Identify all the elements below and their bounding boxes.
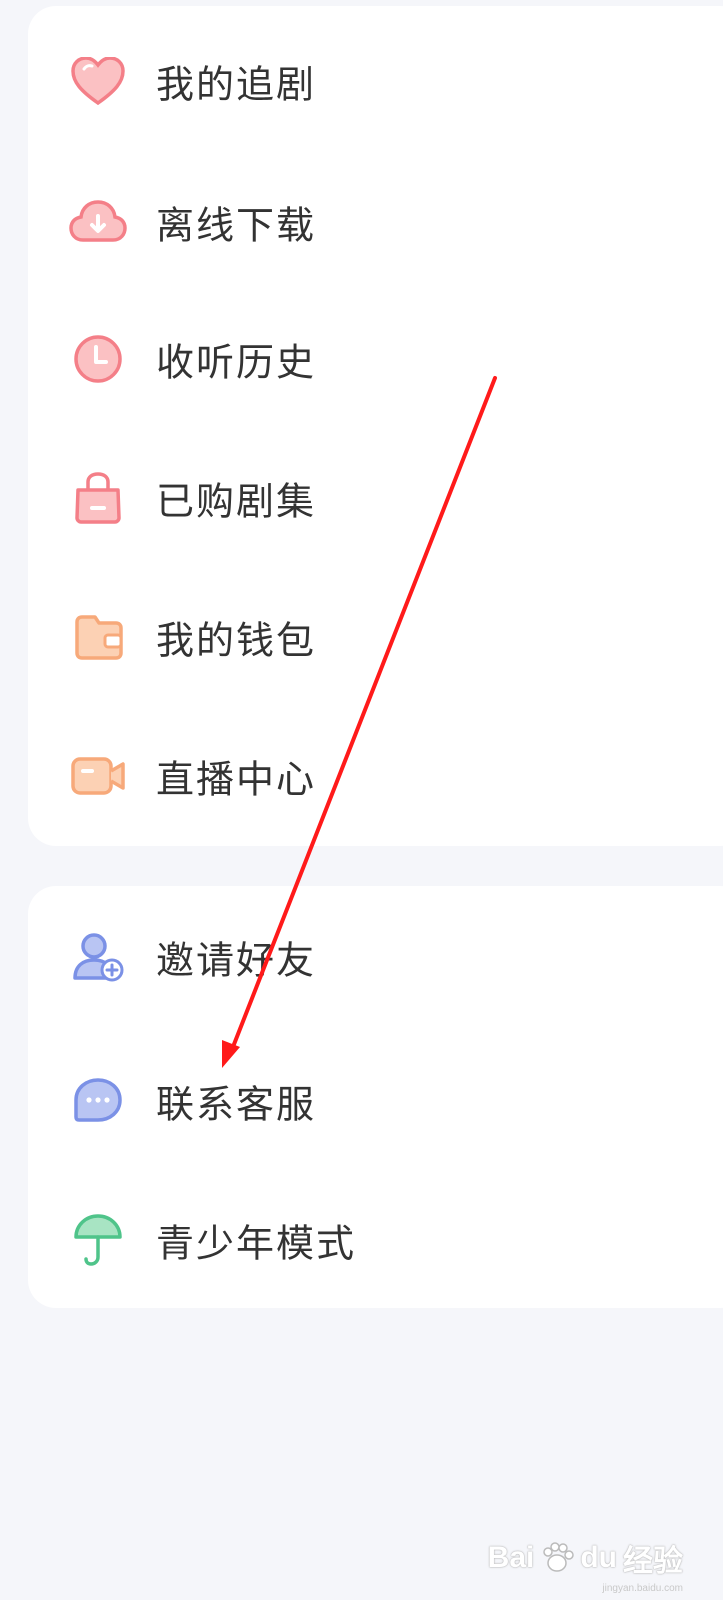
watermark-suffix: 经验	[623, 1545, 683, 1578]
video-camera-icon	[68, 746, 128, 806]
wallet-icon	[68, 607, 128, 667]
cloud-download-icon	[68, 192, 128, 252]
watermark-url: jingyan.baidu.com	[602, 1583, 683, 1594]
menu-item-my-dramas[interactable]: 我的追剧	[28, 36, 723, 126]
menu-item-contact-support[interactable]: 联系客服	[28, 1056, 723, 1146]
menu-item-label: 青少年模式	[156, 1221, 357, 1266]
add-friend-icon	[68, 927, 128, 987]
chat-bubble-icon	[68, 1071, 128, 1131]
umbrella-icon	[68, 1210, 128, 1270]
menu-item-teen-mode[interactable]: 青少年模式	[28, 1195, 723, 1285]
menu-item-label: 联系客服	[156, 1082, 317, 1127]
watermark-brand: Bai	[487, 1541, 535, 1574]
heart-icon	[68, 51, 128, 111]
shopping-bag-icon	[68, 468, 128, 528]
menu-item-listen-history[interactable]: 收听历史	[28, 314, 723, 404]
menu-item-label: 已购剧集	[156, 479, 317, 524]
paw-logo-icon	[540, 1541, 575, 1575]
menu-card-primary: 我的追剧 离线下载 收听历史 已购剧集 我的钱包 直播中心	[28, 6, 723, 846]
menu-item-invite-friends[interactable]: 邀请好友	[28, 912, 723, 1002]
menu-card-secondary: 邀请好友 联系客服 青少年模式	[28, 886, 723, 1308]
watermark-logo-text: du	[580, 1541, 617, 1574]
menu-item-label: 离线下载	[156, 203, 317, 248]
menu-item-purchased-episodes[interactable]: 已购剧集	[28, 453, 723, 543]
menu-item-my-wallet[interactable]: 我的钱包	[28, 592, 723, 682]
menu-item-label: 直播中心	[156, 757, 317, 802]
baidu-jingyan-watermark: Bai du 经验 jingyan.baidu.com	[487, 1536, 683, 1594]
menu-item-label: 邀请好友	[156, 938, 317, 983]
clock-icon	[68, 329, 128, 389]
menu-item-live-center[interactable]: 直播中心	[28, 731, 723, 821]
menu-item-label: 收听历史	[156, 340, 317, 385]
menu-item-label: 我的追剧	[156, 62, 317, 107]
menu-item-offline-download[interactable]: 离线下载	[28, 177, 723, 267]
menu-item-label: 我的钱包	[156, 618, 317, 663]
